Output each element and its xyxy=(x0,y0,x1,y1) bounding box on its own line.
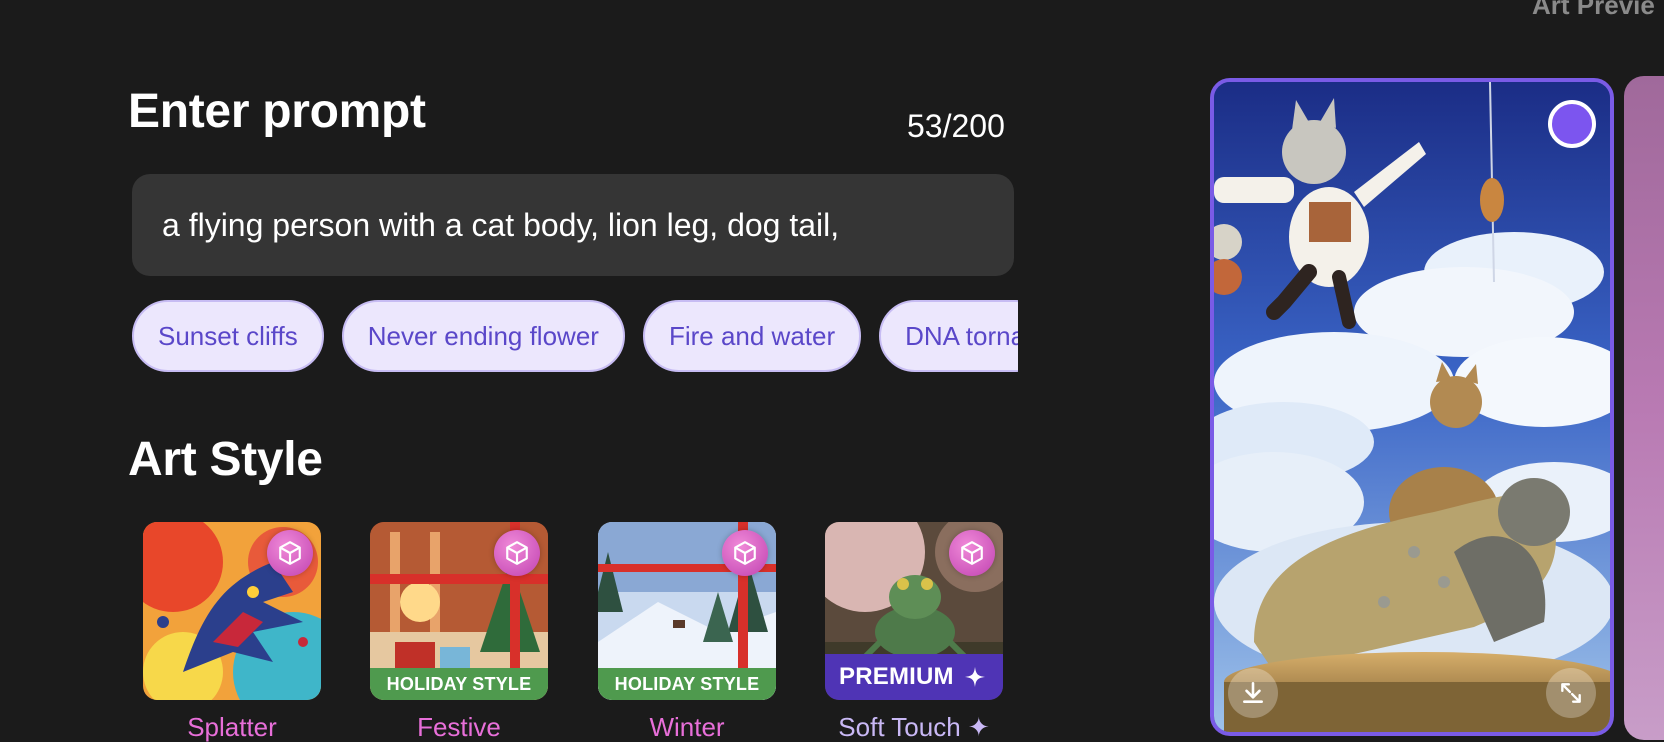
style-card-winter[interactable]: HOLIDAY STYLE Winter xyxy=(598,522,776,742)
style-card-festive[interactable]: HOLIDAY STYLE Festive xyxy=(370,522,548,742)
premium-badge-label: PREMIUM xyxy=(839,663,954,690)
expand-button[interactable] xyxy=(1546,668,1596,718)
prompt-title: Enter prompt xyxy=(128,85,426,138)
cube-icon xyxy=(494,530,540,576)
prompt-input-text[interactable]: a flying person with a cat body, lion le… xyxy=(162,207,839,244)
art-preview-heading: Art Previe xyxy=(1532,0,1655,20)
holiday-style-badge: HOLIDAY STYLE xyxy=(598,668,776,700)
character-counter: 53/200 xyxy=(907,108,1005,144)
selected-indicator[interactable] xyxy=(1548,100,1596,148)
suggestion-chip-dna-tornado[interactable]: DNA torna xyxy=(879,300,1018,372)
next-preview-card[interactable] xyxy=(1624,76,1664,740)
style-label: Festive xyxy=(417,712,501,742)
style-label: Winter xyxy=(649,712,725,742)
style-card-splatter[interactable]: Splatter xyxy=(143,522,321,742)
style-thumbnail[interactable]: PREMIUM xyxy=(825,522,1003,700)
art-preview-image xyxy=(1214,82,1610,732)
holiday-style-badge: HOLIDAY STYLE xyxy=(370,668,548,700)
style-thumbnail[interactable]: HOLIDAY STYLE xyxy=(598,522,776,700)
suggestion-chip-sunset-cliffs[interactable]: Sunset cliffs xyxy=(132,300,324,372)
style-label: Splatter xyxy=(187,712,277,742)
cube-icon xyxy=(267,530,313,576)
style-thumbnail[interactable] xyxy=(143,522,321,700)
suggestion-chips[interactable]: Sunset cliffs Never ending flower Fire a… xyxy=(132,300,1018,374)
suggestion-chip-never-ending-flower[interactable]: Never ending flower xyxy=(341,300,625,372)
download-button[interactable] xyxy=(1228,668,1278,718)
sparkle-icon xyxy=(964,666,985,688)
download-icon xyxy=(1243,681,1263,703)
cube-icon xyxy=(722,530,768,576)
style-thumbnail[interactable]: HOLIDAY STYLE xyxy=(370,522,548,700)
style-card-soft-touch[interactable]: PREMIUM Soft Touch ✦ xyxy=(825,522,1003,742)
expand-icon xyxy=(1561,683,1581,703)
art-preview-card[interactable] xyxy=(1210,78,1614,736)
prompt-input[interactable]: a flying person with a cat body, lion le… xyxy=(132,174,1014,276)
art-style-title: Art Style xyxy=(128,433,323,486)
suggestion-chip-fire-and-water[interactable]: Fire and water xyxy=(642,300,862,372)
cube-icon xyxy=(949,530,995,576)
premium-badge: PREMIUM xyxy=(825,654,1003,700)
style-label: Soft Touch ✦ xyxy=(838,712,990,742)
